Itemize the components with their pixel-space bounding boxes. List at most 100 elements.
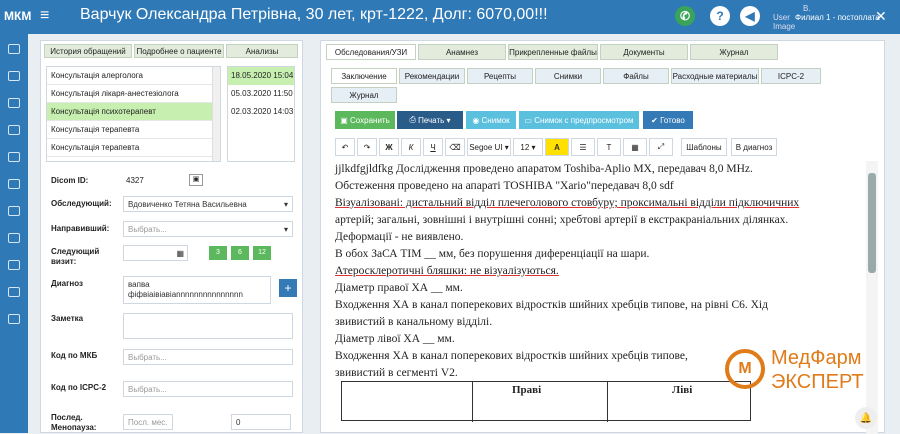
editor-line: В обох ЗаСА ТІМ __ мм, без порушення диф… — [335, 248, 650, 260]
brand-line2: ЭКСПЕРТ — [771, 371, 864, 393]
scroll-thumb[interactable] — [868, 173, 876, 273]
subtab-consumables[interactable]: Расходные материалы — [671, 68, 759, 84]
save-button[interactable]: ▣ Сохранить — [335, 111, 395, 129]
help-icon[interactable]: ? — [710, 6, 730, 26]
size-select[interactable]: 12 ▾ — [513, 138, 543, 156]
table-header-left: Ліві — [672, 384, 693, 396]
tab-anamnesis[interactable]: Анамнез — [418, 44, 506, 60]
undo-icon[interactable]: ↶ — [335, 138, 355, 156]
add-diagnosis-button[interactable]: + — [279, 279, 297, 297]
next-visit-12-button[interactable]: 12 — [253, 246, 271, 260]
icpc-label: Код по ICPC-2 — [51, 383, 107, 392]
list-item[interactable]: Консультація лікаря-анестезіолога — [47, 85, 220, 103]
list-item[interactable]: 05.03.2020 11:50 — [228, 85, 294, 103]
editor-line: jjlkdfgjldfkg Дослідження проведено апар… — [335, 163, 753, 175]
font-color-icon[interactable]: A — [545, 138, 569, 156]
tab-exams[interactable]: Обследования/УЗИ — [326, 44, 416, 60]
lastmens-placeholder: Посл. мес. — [128, 418, 168, 427]
sidebar-calendar-icon[interactable] — [8, 71, 20, 81]
sidebar-print-icon[interactable] — [8, 314, 20, 324]
editor-line: артерій; загальні, зовнішні і внутрішні … — [335, 214, 789, 226]
phone-icon[interactable]: ✆ — [675, 6, 695, 26]
snapshot-label: Снимок — [481, 115, 510, 125]
templates-button[interactable]: Шаблоны — [681, 138, 727, 156]
table-icon[interactable]: ▦ — [623, 138, 647, 156]
bell-icon[interactable]: 🔔 — [855, 407, 877, 429]
list-item[interactable]: Консультація терапевта — [47, 121, 220, 139]
examiner-value: Вдовиченко Тетяна Васильевна — [128, 200, 247, 209]
subtab-conclusion[interactable]: Заключение — [331, 68, 397, 84]
mkb-select[interactable]: Выбрать... — [123, 349, 293, 365]
icpc-select[interactable]: Выбрать... — [123, 381, 293, 397]
next-visit-date-input[interactable]: ▦ — [123, 245, 188, 261]
subtab-journal[interactable]: Журнал — [331, 87, 397, 103]
next-visit-label: Следующий визит: — [51, 247, 100, 266]
table-header-right: Праві — [512, 384, 542, 396]
eraser-icon[interactable]: ⌫ — [445, 138, 465, 156]
sidebar-heart-icon[interactable] — [8, 125, 20, 135]
date-list: 18.05.2020 15:04 05.03.2020 11:50 02.03.… — [227, 66, 295, 162]
sidebar-settings-icon[interactable] — [8, 287, 20, 297]
notification-icon[interactable]: ◀ — [740, 6, 760, 26]
tab-patient-details[interactable]: Подробнее о пациенте — [134, 44, 224, 58]
bold-icon[interactable]: Ж — [379, 138, 399, 156]
tab-journal[interactable]: Журнал — [690, 44, 778, 60]
sidebar-patients-icon[interactable] — [8, 44, 20, 54]
lastmens-input[interactable]: Посл. мес. — [123, 414, 173, 430]
list-item[interactable]: 18.05.2020 15:04 — [228, 67, 294, 85]
to-diagnosis-button[interactable]: В диагноз — [731, 138, 777, 156]
tab-analyses[interactable]: Анализы — [226, 44, 298, 58]
underline-icon[interactable]: Ч — [423, 138, 443, 156]
list-item[interactable]: 02.03.2020 14:03 — [228, 103, 294, 121]
print-button[interactable]: ⎙ Печать ▾ — [397, 111, 463, 129]
sidebar-link-icon[interactable] — [8, 152, 20, 162]
note-field[interactable] — [123, 313, 293, 339]
subtab-recommendations[interactable]: Рекомендации — [399, 68, 465, 84]
fullscreen-icon[interactable]: ⤢ — [649, 138, 673, 156]
top-bar: МКМ ≡ Варчук Олександра Петрівна, 30 лет… — [0, 0, 900, 34]
menu-icon[interactable]: ≡ — [40, 7, 49, 25]
sidebar-grid-icon[interactable] — [8, 98, 20, 108]
subtab-icpc[interactable]: ICPC-2 — [761, 68, 821, 84]
text-style-icon[interactable]: T — [597, 138, 621, 156]
sidebar-chat-icon[interactable] — [8, 179, 20, 189]
examiner-select[interactable]: Вдовиченко Тетяна Васильевна ▾ — [123, 196, 293, 212]
close-icon[interactable]: ✕ — [875, 8, 887, 25]
filial-label[interactable]: Филиал 1 - постоплата — [795, 13, 880, 22]
measurements-table[interactable]: Праві Ліві — [341, 381, 751, 422]
scrollbar[interactable] — [212, 67, 220, 161]
brand-logo: M — [725, 349, 765, 389]
lastmens-number[interactable]: 0 — [231, 414, 291, 430]
subtab-files[interactable]: Файлы — [603, 68, 669, 84]
italic-icon[interactable]: К — [401, 138, 421, 156]
chevron-down-icon: ▾ — [283, 200, 288, 209]
sidebar-money-icon[interactable] — [8, 260, 20, 270]
font-select[interactable]: Segoe UI ▾ — [467, 138, 511, 156]
redo-icon[interactable]: ↷ — [357, 138, 377, 156]
next-visit-6-button[interactable]: 6 — [231, 246, 249, 260]
editor-line: Атеросклеротичні бляшки: не візуалізують… — [335, 265, 559, 277]
examiner-label: Обследующий: — [51, 199, 112, 208]
tab-history[interactable]: История обращений — [44, 44, 132, 58]
snapshot-preview-button[interactable]: ▭ Снимок с предпросмотром — [519, 111, 639, 129]
align-icon[interactable]: ☰ — [571, 138, 595, 156]
calendar-icon[interactable]: ▦ — [176, 249, 184, 258]
subtab-recipes[interactable]: Рецепты — [467, 68, 533, 84]
done-button[interactable]: ✔ Готово — [643, 111, 693, 129]
snapshot-button[interactable]: ◉ Снимок — [466, 111, 516, 129]
list-item[interactable]: Консультація терапевта — [47, 139, 220, 157]
subtab-snapshots[interactable]: Снимки — [535, 68, 601, 84]
app-logo: МКМ — [4, 9, 32, 23]
sidebar-doc-icon[interactable] — [8, 233, 20, 243]
referrer-select[interactable]: Выбрать... ▾ — [123, 221, 293, 237]
sidebar-folder-icon[interactable] — [8, 206, 20, 216]
next-visit-3-button[interactable]: 3 — [209, 246, 227, 260]
camera-icon[interactable]: ▣ — [189, 174, 203, 186]
list-item[interactable]: Консультація психотерапевт — [47, 103, 220, 121]
diagnosis-field[interactable]: вапва фіфвіаівіавіаnnnnnnnnnnnnnnn — [123, 276, 271, 304]
tab-documents[interactable]: Документы — [600, 44, 688, 60]
list-item[interactable]: Консультація алерголога — [47, 67, 220, 85]
tab-attached-files[interactable]: Прикрепленные файлы — [508, 44, 598, 60]
font-value: Segoe UI — [469, 142, 503, 152]
save-label: Сохранить — [350, 115, 390, 125]
